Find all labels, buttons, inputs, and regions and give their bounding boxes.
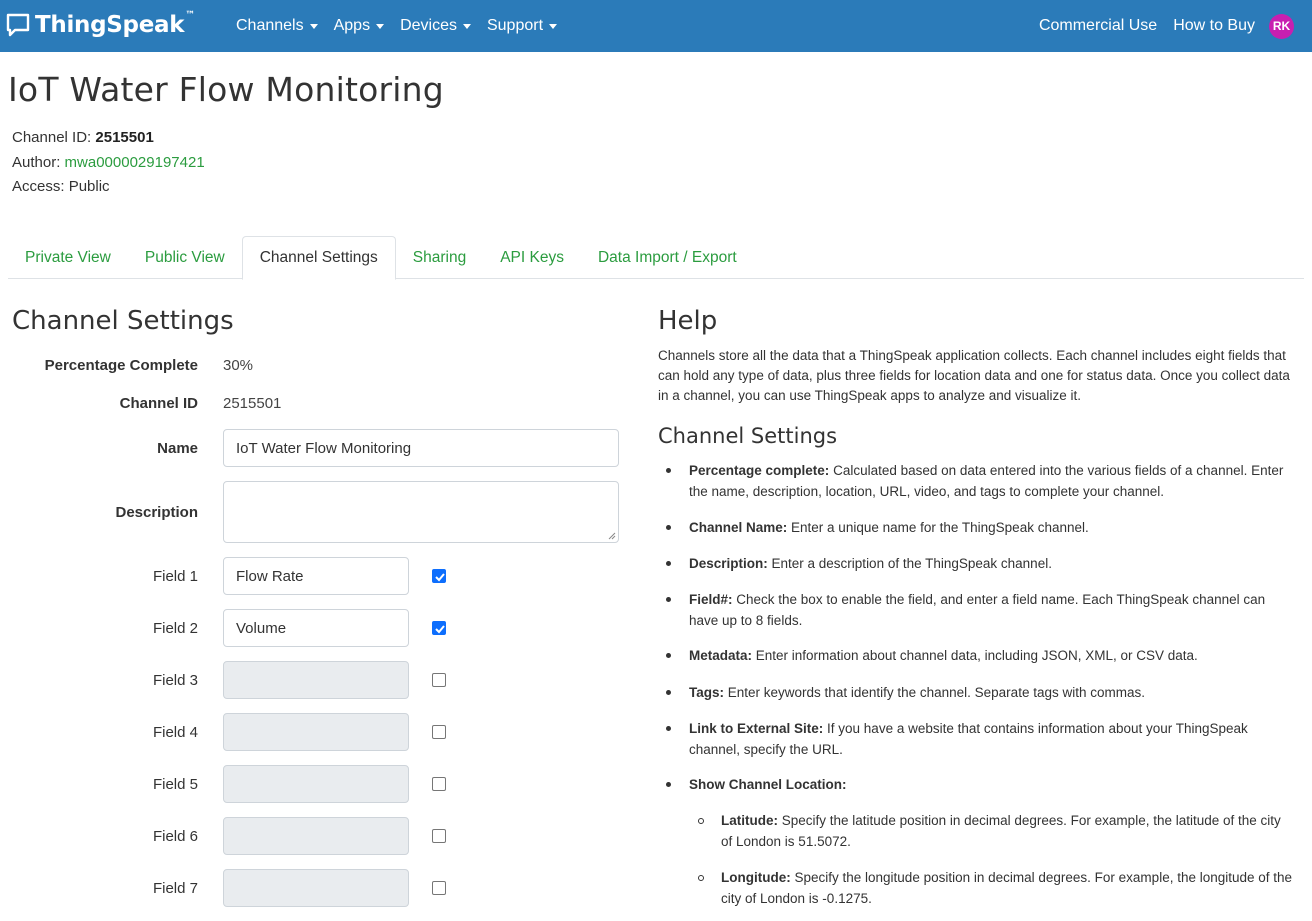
help-subheading: Channel Settings — [658, 424, 838, 448]
tab-private-view[interactable]: Private View — [8, 236, 128, 279]
field-4-input[interactable] — [223, 713, 409, 751]
help-heading: Help — [658, 306, 718, 336]
menu-apps[interactable]: Apps — [334, 17, 385, 35]
checkmark-icon — [435, 573, 445, 582]
tab-public-view[interactable]: Public View — [128, 236, 242, 279]
help-item: Metadata: Enter information about channe… — [666, 645, 1295, 666]
field-label: Field 1 — [152, 568, 198, 585]
caret-down-icon — [309, 23, 318, 29]
menu-devices[interactable]: Devices — [400, 17, 471, 35]
brand-logo[interactable]: ThingSpeak™ — [6, 10, 195, 39]
author-link[interactable]: mwa0000029197421 — [65, 154, 205, 171]
help-item: Description: Enter a description of the … — [666, 553, 1295, 574]
user-avatar[interactable]: RK — [1269, 13, 1294, 39]
how-to-buy-link[interactable]: How to Buy — [1173, 17, 1255, 35]
help-intro: Channels store all the data that a Thing… — [658, 348, 1290, 404]
field-label: Field 4 — [152, 724, 198, 741]
tab-api-keys[interactable]: API Keys — [483, 236, 581, 279]
field-5-checkbox[interactable] — [432, 777, 446, 791]
field-7-checkbox[interactable] — [432, 881, 446, 895]
field-3-checkbox[interactable] — [432, 673, 446, 687]
field-5-input[interactable] — [223, 765, 409, 803]
help-sub-item: Longitude: Specify the longitude positio… — [698, 867, 1294, 909]
tab-channel-settings[interactable]: Channel Settings — [241, 236, 396, 280]
settings-heading: Channel Settings — [12, 306, 234, 336]
field-label: Field 5 — [152, 776, 198, 793]
help-item: Tags: Enter keywords that identify the c… — [666, 682, 1295, 703]
top-navbar: ThingSpeak™ Channels Apps Devices Suppor… — [0, 0, 1312, 52]
caret-down-icon — [549, 23, 558, 29]
percentage-complete-label: Percentage Complete — [44, 357, 198, 374]
field-6-checkbox[interactable] — [432, 829, 446, 843]
tab-sharing[interactable]: Sharing — [396, 236, 483, 279]
tab-data-import-export[interactable]: Data Import / Export — [581, 236, 754, 279]
help-item: Link to External Site: If you have a web… — [666, 718, 1295, 760]
access-line: Access: Public — [12, 178, 110, 195]
menu-channels[interactable]: Channels — [236, 17, 318, 35]
help-item: Channel Name: Enter a unique name for th… — [666, 517, 1295, 538]
field-label: Field 3 — [152, 672, 198, 689]
caret-down-icon — [376, 23, 385, 29]
field-label: Field 2 — [152, 620, 198, 637]
field-4-checkbox[interactable] — [432, 725, 446, 739]
menu-support[interactable]: Support — [487, 17, 558, 35]
help-sub-item: Latitude: Specify the latitude position … — [698, 810, 1294, 852]
commercial-use-link[interactable]: Commercial Use — [1039, 17, 1157, 35]
field-7-input[interactable] — [223, 869, 409, 907]
field-1-input[interactable]: Flow Rate — [223, 557, 409, 595]
description-textarea[interactable] — [223, 481, 619, 543]
help-item: Show Channel Location: — [666, 774, 1295, 795]
caret-down-icon — [462, 23, 471, 29]
channel-id-value: 2515501 — [223, 395, 282, 412]
author-line: Author: mwa0000029197421 — [12, 153, 205, 171]
help-item: Percentage complete: Calculated based on… — [666, 460, 1295, 502]
percentage-complete-value: 30% — [223, 357, 254, 374]
help-item: Field#: Check the box to enable the fiel… — [666, 589, 1295, 631]
nav-right: Commercial Use How to Buy RK — [1023, 0, 1294, 52]
field-6-input[interactable] — [223, 817, 409, 855]
channel-meta: Channel ID: 2515501 Author: mwa000002919… — [12, 126, 205, 200]
description-label: Description — [115, 504, 198, 521]
resize-grip-icon[interactable] — [608, 532, 616, 540]
brand-name: ThingSpeak™ — [35, 10, 195, 38]
field-2-checkbox[interactable] — [432, 621, 446, 635]
field-label: Field 7 — [152, 880, 198, 897]
field-label: Field 6 — [152, 828, 198, 845]
page-title: IoT Water Flow Monitoring — [8, 70, 444, 109]
channel-id-line: Channel ID: 2515501 — [12, 129, 154, 146]
name-label: Name — [157, 440, 198, 457]
field-2-input[interactable]: Volume — [223, 609, 409, 647]
chat-bubble-icon — [6, 13, 30, 37]
name-input[interactable]: IoT Water Flow Monitoring — [223, 429, 619, 467]
main-menu: Channels Apps Devices Support — [236, 0, 573, 52]
channel-tabs: Private View Public View Channel Setting… — [8, 236, 1304, 280]
checkmark-icon — [435, 625, 445, 634]
field-1-checkbox[interactable] — [432, 569, 446, 583]
field-3-input[interactable] — [223, 661, 409, 699]
channel-id-label: Channel ID — [119, 395, 198, 412]
